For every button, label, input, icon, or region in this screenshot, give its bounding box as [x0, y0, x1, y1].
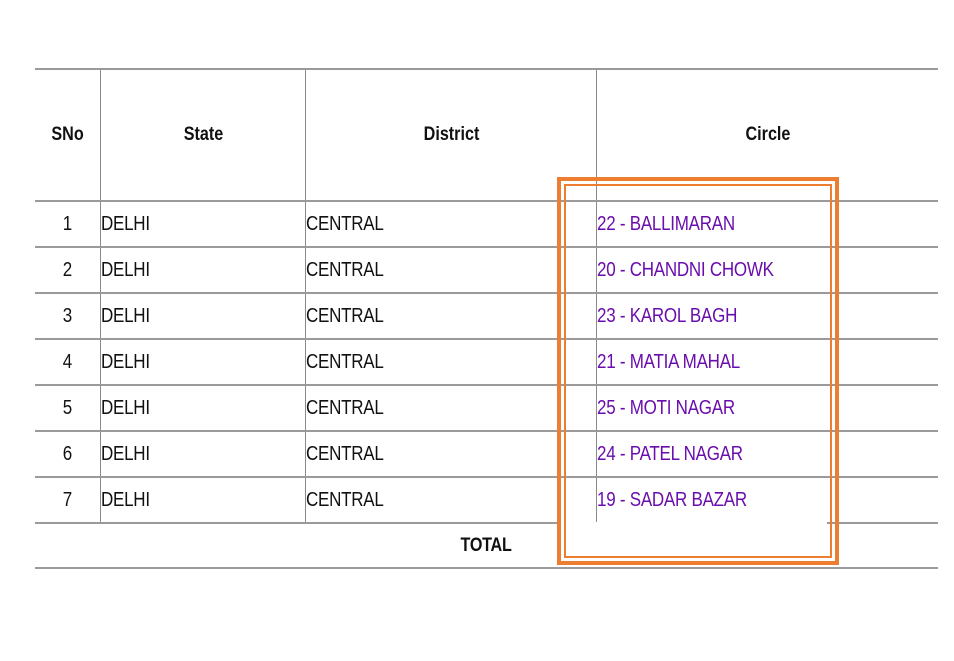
cell-district: CENTRAL	[305, 247, 597, 294]
header-sno: SNo	[39, 68, 96, 202]
cell-sno: 4	[35, 339, 101, 386]
cell-state: DELHI	[100, 431, 306, 478]
cell-district: CENTRAL	[305, 385, 597, 432]
cell-district: CENTRAL	[305, 431, 597, 478]
cell-sno: 1	[35, 201, 101, 248]
cell-sno: 5	[35, 385, 101, 432]
cell-state: DELHI	[100, 293, 306, 340]
highlight-box	[557, 177, 839, 565]
cell-sno: 6	[35, 431, 101, 478]
cell-state: DELHI	[100, 339, 306, 386]
cell-sno: 2	[35, 247, 101, 294]
cell-sno: 7	[35, 477, 101, 524]
cell-state: DELHI	[100, 247, 306, 294]
header-state: State	[115, 68, 291, 202]
header-district: District	[326, 68, 575, 202]
cell-state: DELHI	[100, 385, 306, 432]
highlight-box-inner	[564, 184, 832, 558]
cell-district: CENTRAL	[305, 201, 597, 248]
cell-sno: 3	[35, 293, 101, 340]
cell-district: CENTRAL	[305, 293, 597, 340]
cell-district: CENTRAL	[305, 339, 597, 386]
cell-district: CENTRAL	[305, 477, 597, 524]
cell-state: DELHI	[100, 477, 306, 524]
cell-state: DELHI	[100, 201, 306, 248]
